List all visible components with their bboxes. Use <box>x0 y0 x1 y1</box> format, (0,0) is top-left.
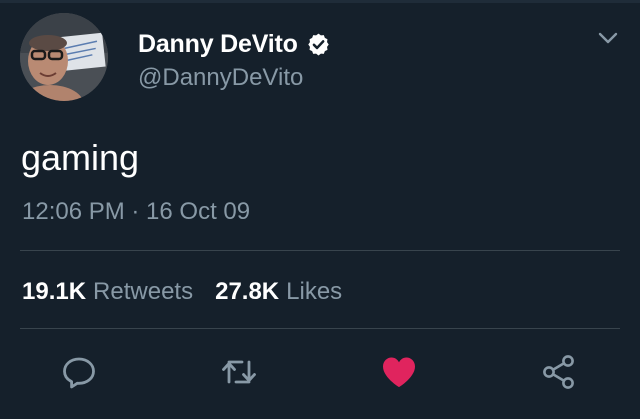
author-name-row[interactable]: Danny DeVito <box>138 27 331 61</box>
likes-count[interactable]: 27.8K <box>215 278 279 306</box>
reply-button[interactable] <box>59 352 99 392</box>
chevron-down-icon[interactable] <box>596 28 620 48</box>
top-edge <box>0 0 640 3</box>
heart-icon <box>383 357 415 387</box>
like-button[interactable] <box>379 352 419 392</box>
tweet-timestamp[interactable]: 12:06 PM · 16 Oct 09 <box>22 198 250 226</box>
retweet-icon <box>222 360 256 384</box>
verified-badge-icon <box>307 33 329 55</box>
reply-icon <box>63 357 95 389</box>
avatar[interactable] <box>20 13 108 101</box>
share-icon <box>543 355 574 389</box>
retweets-count[interactable]: 19.1K <box>22 278 86 306</box>
user-handle[interactable]: @DannyDeVito <box>138 64 303 92</box>
share-button[interactable] <box>539 352 579 392</box>
engagement-stats: 19.1K Retweets 27.8K Likes <box>22 276 342 308</box>
avatar-photo <box>20 13 108 101</box>
display-name[interactable]: Danny DeVito <box>138 30 298 59</box>
divider <box>20 328 620 329</box>
divider <box>20 250 620 251</box>
retweet-button[interactable] <box>219 352 259 392</box>
tweet-text: gaming <box>21 137 140 178</box>
retweets-label[interactable]: Retweets <box>93 278 193 306</box>
likes-label[interactable]: Likes <box>286 278 342 306</box>
